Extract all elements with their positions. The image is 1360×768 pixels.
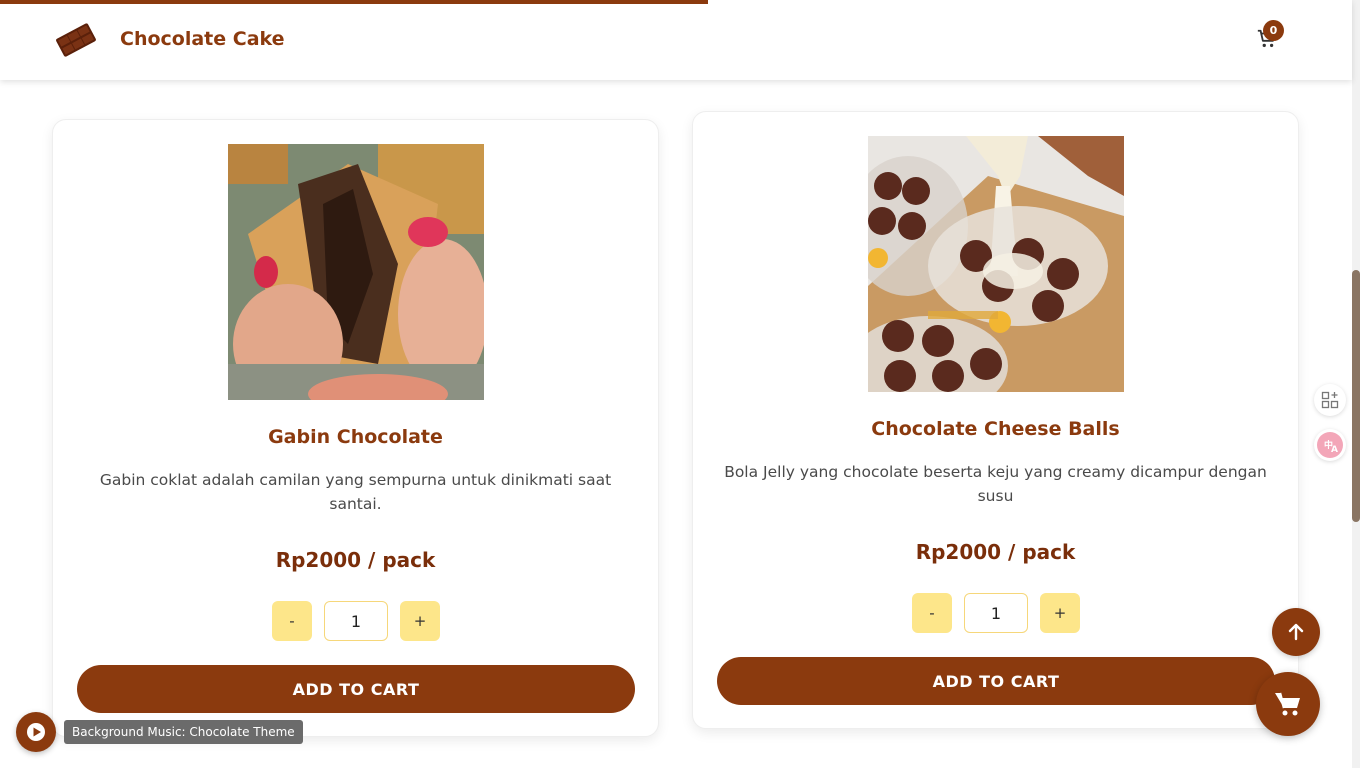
scrollbar-thumb[interactable] <box>1352 270 1360 522</box>
chocolate-logo-icon[interactable] <box>54 22 98 58</box>
product-description: Gabin coklat adalah camilan yang sempurn… <box>99 471 612 513</box>
product-description: Bola Jelly yang chocolate beserta keju y… <box>724 463 1267 505</box>
site-header: Chocolate Cake 0 <box>0 0 1352 80</box>
cart-count-badge: 0 <box>1263 20 1284 41</box>
product-price: Rp2000 / pack <box>915 540 1076 564</box>
product-image-cheese-balls <box>868 136 1124 392</box>
product-image-gabin <box>228 144 484 400</box>
svg-text:A: A <box>1331 445 1338 455</box>
product-price: Rp2000 / pack <box>275 548 436 572</box>
scroll-top-icon <box>1288 623 1304 641</box>
apps-icon[interactable] <box>1314 384 1346 416</box>
quantity-input[interactable]: 1 <box>324 601 388 641</box>
quantity-decrease-button[interactable]: - <box>912 593 952 633</box>
music-label: Background Music: Chocolate Theme <box>64 720 303 744</box>
brand-title[interactable]: Chocolate Cake <box>120 28 285 50</box>
quantity-input[interactable]: 1 <box>964 593 1028 633</box>
product-card: Chocolate Cheese Balls Bola Jelly yang c… <box>692 111 1299 729</box>
page-progress-bar <box>0 0 708 4</box>
floating-cart-button[interactable] <box>1256 672 1320 736</box>
quantity-increase-button[interactable]: + <box>400 601 440 641</box>
product-card: Gabin Chocolate Gabin coklat adalah cami… <box>52 119 659 737</box>
scroll-top-button[interactable] <box>1272 608 1320 656</box>
quantity-increase-button[interactable]: + <box>1040 593 1080 633</box>
product-name: Chocolate Cheese Balls <box>871 418 1120 440</box>
product-name: Gabin Chocolate <box>268 426 443 448</box>
play-icon <box>27 723 45 741</box>
cart-icon <box>1275 692 1300 716</box>
quantity-decrease-button[interactable]: - <box>272 601 312 641</box>
music-play-button[interactable] <box>16 712 56 752</box>
translate-icon[interactable]: 中 A <box>1314 429 1346 461</box>
add-to-cart-button[interactable]: ADD TO CART <box>77 665 635 713</box>
add-to-cart-button[interactable]: ADD TO CART <box>717 657 1275 705</box>
